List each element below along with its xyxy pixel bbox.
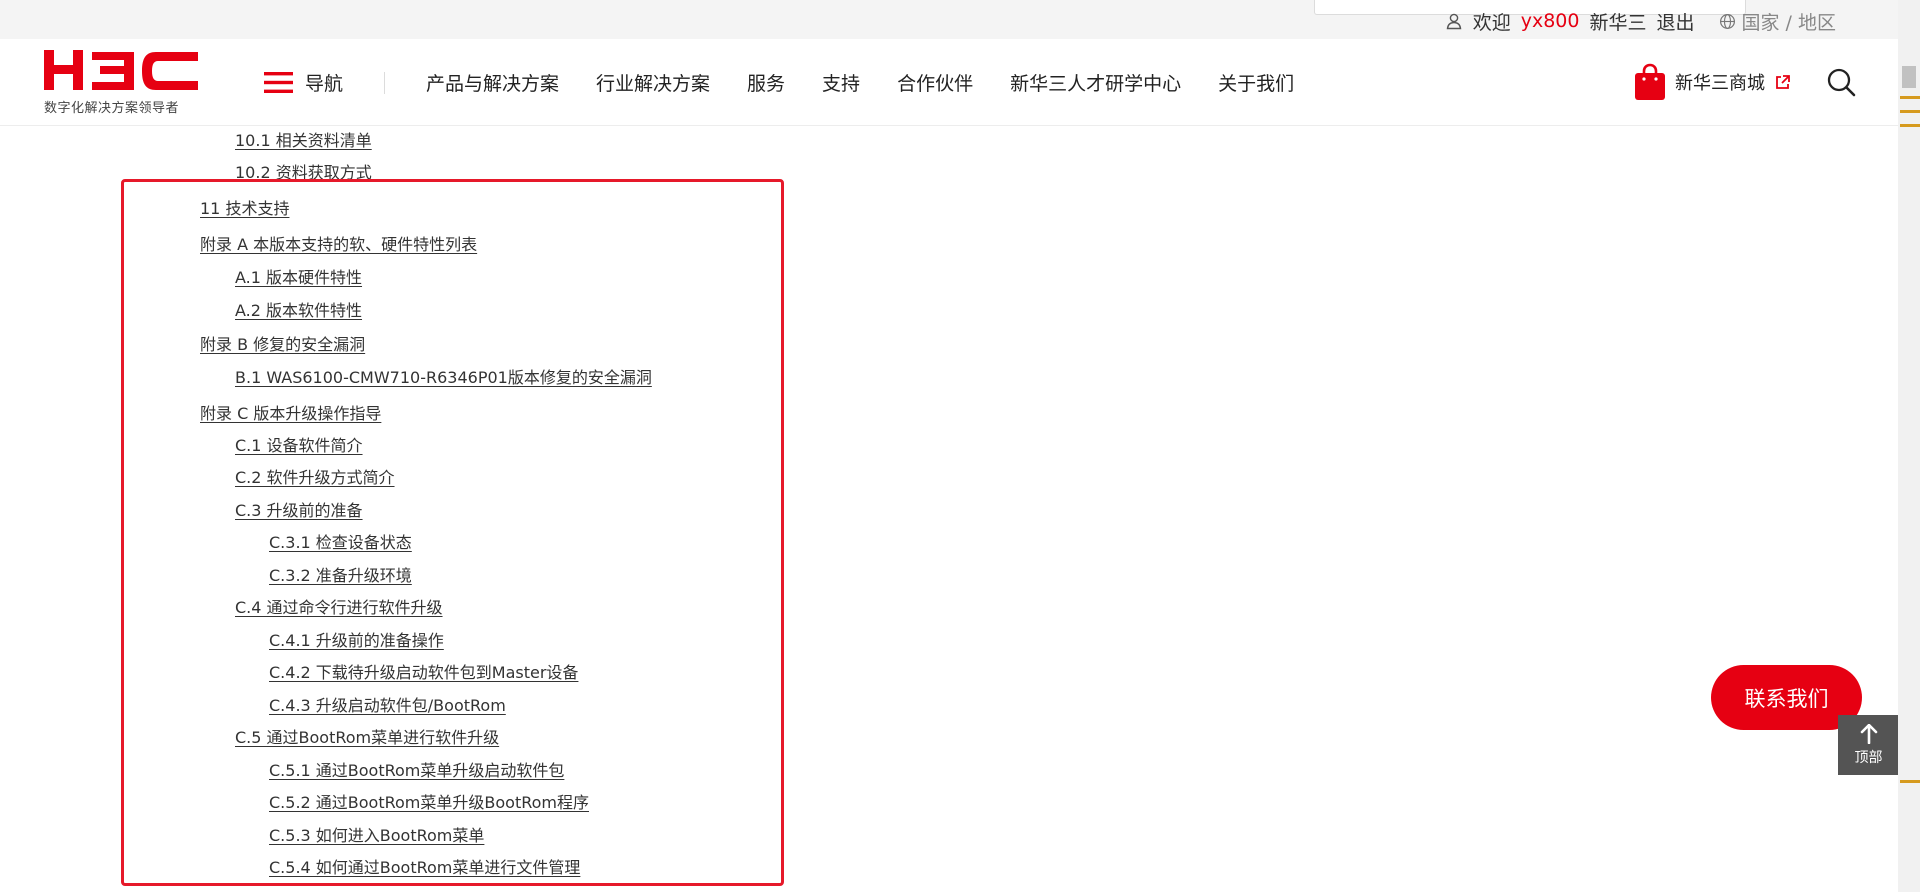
toc-link[interactable]: A.2 版本软件特性 — [235, 297, 362, 321]
toc-link[interactable]: A.1 版本硬件特性 — [235, 264, 362, 288]
toc-link[interactable]: B.1 WAS6100-CMW710-R6346P01版本修复的安全漏洞 — [235, 364, 652, 388]
scrollbar-thumb[interactable] — [1902, 66, 1916, 88]
back-to-top-label: 顶部 — [1854, 749, 1883, 766]
toc-list: 10.1 相关资料清单 10.2 资料获取方式 11 技术支持 附录 A 本版本… — [0, 0, 1898, 892]
toc-link[interactable]: 10.2 资料获取方式 — [235, 159, 372, 183]
scrollbar-marker — [1900, 110, 1920, 113]
toc-link[interactable]: C.2 软件升级方式简介 — [235, 464, 395, 488]
up-arrow-icon — [1860, 723, 1877, 744]
toc-link[interactable]: C.5.2 通过BootRom菜单升级BootRom程序 — [269, 789, 589, 813]
toc-link[interactable]: C.5.4 如何通过BootRom菜单进行文件管理 — [269, 854, 580, 878]
toc-link[interactable]: C.4 通过命令行进行软件升级 — [235, 594, 443, 618]
toc-link[interactable]: C.5.1 通过BootRom菜单升级启动软件包 — [269, 757, 564, 781]
toc-link[interactable]: C.4.1 升级前的准备操作 — [269, 627, 444, 651]
scrollbar-marker — [1900, 780, 1920, 783]
toc-link[interactable]: 附录 A 本版本支持的软、硬件特性列表 — [200, 231, 477, 255]
back-to-top-button[interactable]: 顶部 — [1838, 715, 1899, 775]
scrollbar-marker — [1900, 96, 1920, 99]
toc-link[interactable]: C.4.2 下载待升级启动软件包到Master设备 — [269, 659, 578, 683]
toc-link[interactable]: 10.1 相关资料清单 — [235, 127, 372, 151]
toc-link[interactable]: 附录 B 修复的安全漏洞 — [200, 331, 365, 355]
toc-link[interactable]: C.3.1 检查设备状态 — [269, 529, 412, 553]
toc-link[interactable]: C.3.2 准备升级环境 — [269, 562, 412, 586]
toc-link[interactable]: C.4.3 升级启动软件包/BootRom — [269, 692, 506, 716]
toc-link[interactable]: 11 技术支持 — [200, 195, 289, 219]
scrollbar-marker — [1900, 124, 1920, 127]
toc-link[interactable]: C.3 升级前的准备 — [235, 497, 363, 521]
toc-link[interactable]: C.5 通过BootRom菜单进行软件升级 — [235, 724, 499, 748]
page-scrollbar[interactable] — [1898, 0, 1920, 892]
toc-link[interactable]: 附录 C 版本升级操作指导 — [200, 400, 381, 424]
page: 欢迎 yx800 新华三 退出 国家 / 地区 数字化解决方案领导者 导航 产品… — [0, 0, 1920, 892]
toc-link[interactable]: C.1 设备软件简介 — [235, 432, 363, 456]
toc-link[interactable]: C.5.3 如何进入BootRom菜单 — [269, 822, 484, 846]
